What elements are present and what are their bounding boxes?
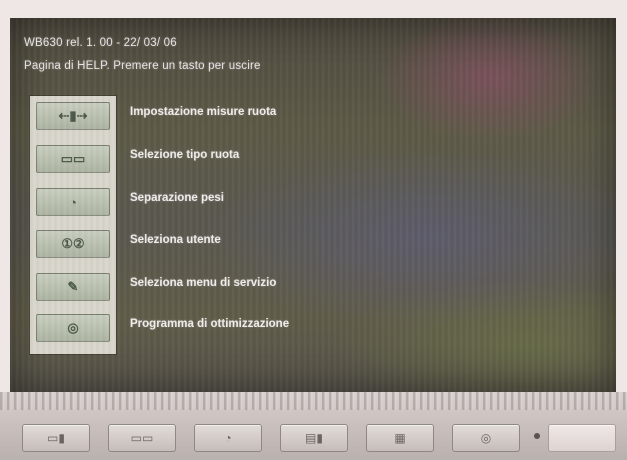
help-item-label: Seleziona utente	[130, 234, 221, 246]
help-item-label: Separazione pesi	[130, 192, 224, 204]
split-weights-icon: ◔	[36, 188, 110, 216]
service-menu-key[interactable]: ▦	[366, 424, 434, 452]
optimization-key[interactable]: ◎	[452, 424, 520, 452]
help-item-optimization: ◎ Programma di ottimizzazione	[30, 310, 450, 346]
wheel-type-key[interactable]: ▭▭	[108, 424, 176, 452]
help-item-label: Seleziona menu di servizio	[130, 277, 277, 289]
help-item-service-menu: ✎ Seleziona menu di servizio	[30, 269, 450, 305]
help-instruction: Pagina di HELP. Premere un tasto per usc…	[24, 60, 261, 72]
help-item-user-select: ①② Seleziona utente	[30, 226, 450, 262]
optimization-icon: ◎	[36, 314, 110, 342]
help-item-label: Programma di ottimizzazione	[130, 318, 290, 330]
help-item-wheel-dimensions: ⇠▮⇢ Impostazione misure ruota	[30, 98, 450, 134]
help-item-wheel-type: ▭▭ Selezione tipo ruota	[30, 141, 450, 177]
help-item-label: Impostazione misure ruota	[130, 106, 277, 118]
version-line: WB630 rel. 1. 00 - 22/ 03/ 06	[24, 37, 177, 49]
function-key-bar: ▭▮ ▭▭ ◔ ▤▮ ▦ ◎	[0, 392, 627, 460]
help-screen: WB630 rel. 1. 00 - 22/ 03/ 06 Pagina di …	[10, 18, 616, 392]
wheel-type-icon: ▭▭	[36, 145, 110, 173]
wheel-dimensions-icon: ⇠▮⇢	[36, 102, 110, 130]
user-select-icon: ①②	[36, 230, 110, 258]
blank-key[interactable]	[548, 424, 616, 452]
indicator-dot	[534, 433, 540, 439]
wheel-dimensions-key[interactable]: ▭▮	[22, 424, 90, 452]
help-item-split-weights: ◔ Separazione pesi	[30, 184, 450, 220]
help-item-label: Selezione tipo ruota	[130, 149, 240, 161]
split-weights-key[interactable]: ◔	[194, 424, 262, 452]
service-menu-icon: ✎	[36, 273, 110, 301]
user-select-key[interactable]: ▤▮	[280, 424, 348, 452]
